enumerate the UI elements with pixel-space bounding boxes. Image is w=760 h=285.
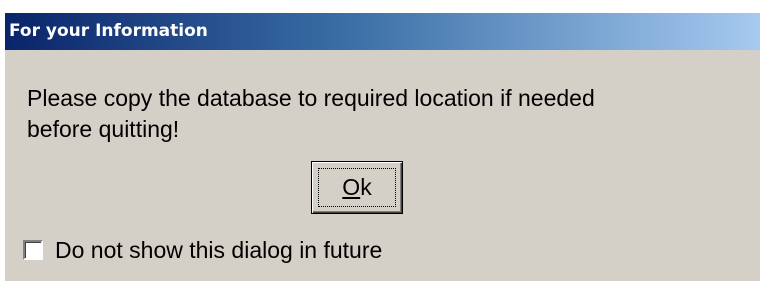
ok-button-label: Ok [342,174,371,201]
dont-show-again-row[interactable]: Do not show this dialog in future [23,235,382,265]
info-dialog: For your Information Please copy the dat… [5,13,760,281]
dialog-title: For your Information [9,21,208,41]
dont-show-again-checkbox[interactable] [23,240,43,260]
dialog-titlebar[interactable]: For your Information [5,13,760,50]
ok-button[interactable]: Ok [311,161,403,214]
message-line-2: before quitting! [27,116,180,142]
dialog-message: Please copy the database to required loc… [27,83,747,145]
ok-mnemonic: O [342,174,361,200]
dont-show-again-label[interactable]: Do not show this dialog in future [55,237,382,264]
message-line-1: Please copy the database to required loc… [27,85,595,111]
ok-label-rest: k [360,174,372,200]
